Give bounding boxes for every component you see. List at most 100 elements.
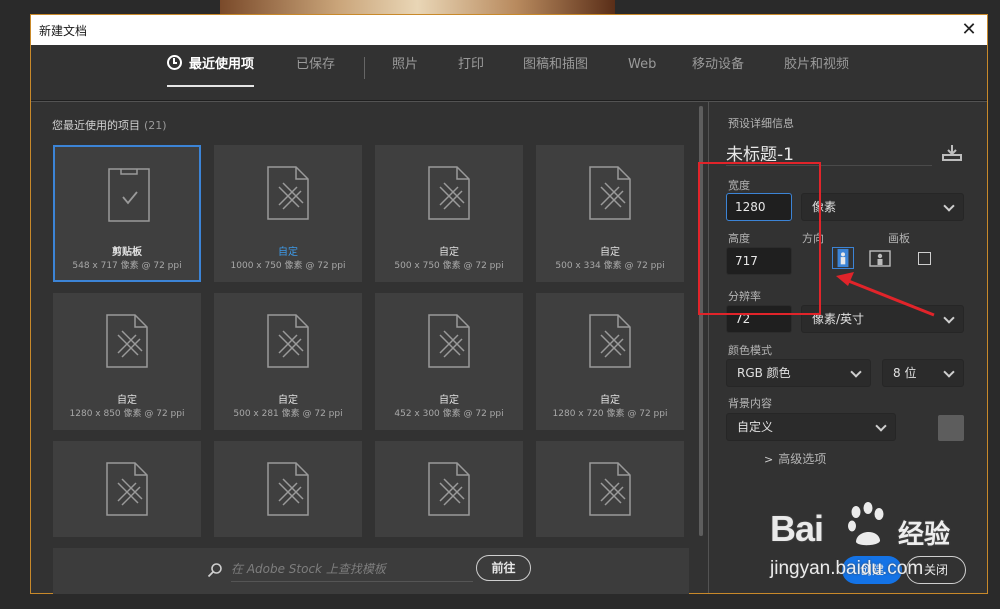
preset-dimensions: 500 x 334 像素 @ 72 ppi	[555, 261, 665, 271]
width-input[interactable]	[726, 193, 792, 221]
resolution-label: 分辨率	[728, 290, 761, 303]
artboard-checkbox[interactable]	[918, 252, 931, 265]
pencil-ruler-doc-icon	[589, 314, 631, 368]
background-select[interactable]: 自定义	[726, 413, 896, 441]
width-label: 宽度	[728, 179, 750, 192]
pencil-ruler-doc-icon	[106, 314, 148, 368]
chevron-right-icon: >	[764, 453, 774, 466]
preset-name: 自定	[278, 247, 298, 258]
resolution-unit-select[interactable]: 像素/英寸	[801, 305, 964, 333]
scrollbar-thumb[interactable]	[699, 106, 703, 536]
details-heading: 预设详细信息	[728, 117, 794, 130]
new-document-dialog: 新建文档 ✕ 最近使用项 已保存 照片 打印 图稿和插图 Web 移动设备 胶片…	[30, 14, 988, 594]
preset-card[interactable]: 自定 500 x 334 像素 @ 72 ppi	[536, 145, 684, 282]
tab-print[interactable]: 打印	[458, 45, 484, 101]
title-bar: 新建文档 ✕	[31, 15, 987, 45]
clipboard-doc-icon	[108, 168, 150, 222]
bit-depth-select[interactable]: 8 位	[882, 359, 964, 387]
pencil-ruler-doc-icon	[428, 166, 470, 220]
preset-card[interactable]: 剪贴板 548 x 717 像素 @ 72 ppi	[53, 145, 201, 282]
preset-card[interactable]	[536, 441, 684, 537]
search-icon	[207, 563, 222, 578]
pencil-ruler-doc-icon	[589, 462, 631, 516]
tab-web[interactable]: Web	[628, 45, 656, 101]
preset-card[interactable]	[53, 441, 201, 537]
chevron-down-icon	[943, 366, 955, 378]
pencil-ruler-doc-icon	[106, 462, 148, 516]
chevron-down-icon	[850, 366, 862, 378]
save-preset-icon[interactable]	[941, 144, 963, 162]
advanced-options-label: 高级选项	[778, 452, 827, 466]
recent-count: (21)	[144, 119, 167, 132]
advanced-options-toggle[interactable]: > 高级选项	[764, 450, 826, 467]
resolution-input[interactable]	[726, 305, 792, 333]
preset-dimensions: 500 x 750 像素 @ 72 ppi	[394, 261, 504, 271]
tab-saved[interactable]: 已保存	[296, 45, 335, 101]
preset-name: 自定	[117, 395, 137, 406]
preset-card[interactable]: 自定 500 x 750 像素 @ 72 ppi	[375, 145, 523, 282]
pencil-ruler-doc-icon	[428, 462, 470, 516]
preset-card[interactable]	[375, 441, 523, 537]
background-label: 背景内容	[728, 397, 772, 410]
window-title: 新建文档	[39, 24, 88, 38]
tab-recent[interactable]: 最近使用项	[167, 45, 255, 101]
bit-depth-value: 8 位	[893, 366, 917, 380]
tab-mobile[interactable]: 移动设备	[692, 45, 744, 101]
preset-card[interactable]: 自定 1280 x 720 像素 @ 72 ppi	[536, 293, 684, 430]
close-button[interactable]: 关闭	[906, 556, 966, 584]
pencil-ruler-doc-icon	[428, 314, 470, 368]
width-unit-value: 像素	[812, 200, 837, 214]
recent-items-heading: 您最近使用的项目 (21)	[52, 117, 167, 133]
preset-card[interactable]: 自定 452 x 300 像素 @ 72 ppi	[375, 293, 523, 430]
height-input[interactable]	[726, 247, 792, 275]
chevron-down-icon	[943, 312, 955, 324]
background-value: 自定义	[737, 420, 774, 434]
pencil-ruler-doc-icon	[267, 314, 309, 368]
preset-name: 自定	[278, 395, 298, 406]
preset-dimensions: 500 x 281 像素 @ 72 ppi	[233, 409, 343, 419]
preset-name: 自定	[439, 247, 459, 258]
preset-dimensions: 1280 x 850 像素 @ 72 ppi	[69, 409, 185, 419]
preset-dimensions: 1000 x 750 像素 @ 72 ppi	[230, 261, 346, 271]
width-unit-select[interactable]: 像素	[801, 193, 964, 221]
clock-icon	[167, 55, 182, 70]
preset-details-pane: 预设详细信息 宽度 像素 高度 方向 画板 分辨率	[709, 102, 987, 593]
preset-card[interactable]: 自定 1280 x 850 像素 @ 72 ppi	[53, 293, 201, 430]
preset-dimensions: 548 x 717 像素 @ 72 ppi	[72, 261, 182, 271]
resolution-unit-value: 像素/英寸	[812, 312, 865, 326]
height-label: 高度	[728, 232, 750, 245]
preset-card[interactable]	[214, 441, 362, 537]
preset-name: 剪贴板	[112, 247, 142, 258]
color-mode-value: RGB 颜色	[737, 366, 791, 380]
pencil-ruler-doc-icon	[267, 462, 309, 516]
stock-search-input[interactable]	[231, 556, 473, 582]
preset-card[interactable]: 自定 500 x 281 像素 @ 72 ppi	[214, 293, 362, 430]
background-color-swatch[interactable]	[938, 415, 964, 441]
go-button[interactable]: 前往	[476, 555, 531, 581]
artboard-label: 画板	[888, 232, 910, 245]
create-button[interactable]: 创建	[842, 556, 902, 584]
recent-label: 您最近使用的项目	[52, 119, 140, 132]
preset-dimensions: 452 x 300 像素 @ 72 ppi	[394, 409, 504, 419]
document-name-input[interactable]	[726, 140, 932, 166]
tab-photo[interactable]: 照片	[392, 45, 418, 101]
color-mode-select[interactable]: RGB 颜色	[726, 359, 871, 387]
tab-film-video[interactable]: 胶片和视频	[784, 45, 849, 101]
preset-name: 自定	[439, 395, 459, 406]
landscape-orientation-icon[interactable]	[869, 247, 891, 269]
portrait-orientation-icon[interactable]	[832, 247, 854, 269]
close-icon[interactable]: ✕	[957, 18, 981, 42]
active-tab-underline	[167, 85, 255, 87]
chevron-down-icon	[875, 420, 887, 432]
pencil-ruler-doc-icon	[267, 166, 309, 220]
preset-name: 自定	[600, 247, 620, 258]
pencil-ruler-doc-icon	[589, 166, 631, 220]
tab-label: 最近使用项	[189, 57, 255, 72]
tab-art-illustration[interactable]: 图稿和插图	[523, 45, 588, 101]
tab-divider	[364, 57, 365, 79]
preset-card[interactable]: 自定 1000 x 750 像素 @ 72 ppi	[214, 145, 362, 282]
orientation-label: 方向	[802, 232, 824, 245]
stock-search-bar: 前往	[53, 548, 689, 594]
preset-tabs: 最近使用项 已保存 照片 打印 图稿和插图 Web 移动设备 胶片和视频	[31, 45, 987, 101]
recent-presets-pane: 您最近使用的项目 (21) 剪贴板 548 x 717 像素 @ 72 ppi 自定 1…	[31, 102, 708, 594]
